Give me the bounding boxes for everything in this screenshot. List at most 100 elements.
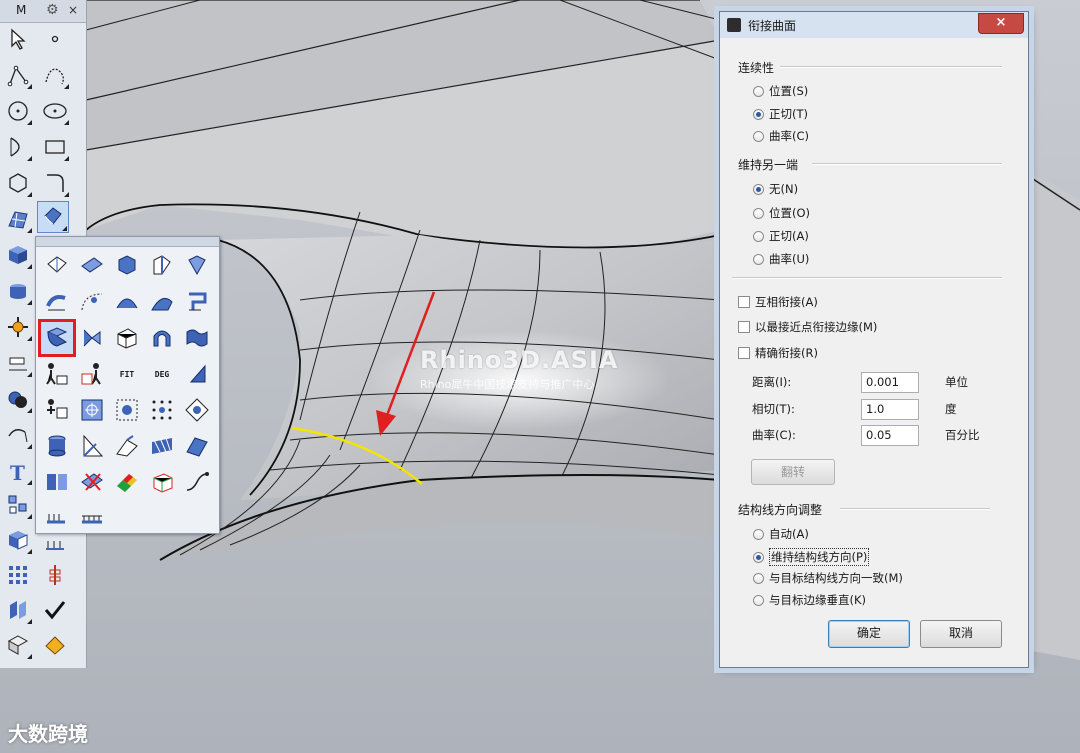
isocurve-maintain-radio[interactable]: 维持结构线方向(P): [753, 548, 870, 566]
divider: [780, 66, 1002, 68]
other-end-tangent-radio[interactable]: 正切(A): [753, 228, 809, 244]
curvature-analysis-icon[interactable]: [145, 429, 179, 463]
cone-surface-icon[interactable]: [75, 429, 109, 463]
maintain-other-end-heading: 维持另一端: [738, 158, 799, 172]
surface-grid-icon[interactable]: [3, 204, 33, 234]
continuity-position-radio[interactable]: 位置(S): [753, 83, 808, 99]
iso-lines-icon[interactable]: [40, 499, 74, 533]
polygon-icon[interactable]: [3, 168, 33, 198]
dotted-square-icon[interactable]: [145, 393, 179, 427]
curve-on-surface-icon[interactable]: [180, 465, 214, 499]
isocurve-perpendicular-radio[interactable]: 与目标边缘垂直(K): [753, 592, 866, 608]
dialog-titlebar[interactable]: 衔接曲面 ×: [720, 12, 1028, 38]
cancel-button[interactable]: 取消: [920, 620, 1002, 648]
diamond-points-icon[interactable]: [180, 393, 214, 427]
option-label: 曲率(U): [769, 252, 810, 266]
wave-surface-icon[interactable]: [180, 321, 214, 355]
point-icon[interactable]: [40, 24, 70, 54]
closest-point-checkbox[interactable]: 以最接近点衔接边缘(M): [738, 319, 877, 335]
render-icon[interactable]: [3, 630, 33, 660]
rectangle-icon[interactable]: [40, 132, 70, 162]
flyout-header[interactable]: [36, 237, 219, 247]
continuity-curvature-radio[interactable]: 曲率(C): [753, 128, 809, 144]
fit-surface-button[interactable]: FIT: [110, 357, 144, 391]
corner-logo: 大数跨境: [8, 722, 88, 746]
refine-match-checkbox[interactable]: 精确衔接(R): [738, 345, 818, 361]
loft-icon[interactable]: [180, 249, 214, 283]
arch-surface-icon[interactable]: [145, 321, 179, 355]
zebra-rainbow-icon[interactable]: [110, 465, 144, 499]
other-end-curvature-radio[interactable]: 曲率(U): [753, 251, 809, 267]
distance-input[interactable]: 0.001: [861, 372, 919, 393]
drape-surface-icon[interactable]: [40, 465, 74, 499]
blend-surface-icon[interactable]: [38, 319, 76, 357]
unroll-icon[interactable]: [110, 429, 144, 463]
ellipse-icon[interactable]: [40, 96, 70, 126]
polyline-icon[interactable]: [3, 60, 33, 90]
radio-indicator: [753, 253, 764, 265]
watermark-subtitle: Rhino犀牛中国技术支持与推广中心: [420, 378, 595, 391]
analyze-icon[interactable]: [40, 630, 70, 660]
drape-icon[interactable]: [75, 357, 109, 391]
select-arrow-icon[interactable]: [3, 24, 33, 54]
rebuild-icon[interactable]: [40, 393, 74, 427]
curve-icon[interactable]: [40, 60, 70, 90]
isocurve-auto-radio[interactable]: 自动(A): [753, 526, 809, 542]
curvature-input[interactable]: 0.05: [861, 425, 919, 446]
point-edit-icon[interactable]: [40, 357, 74, 391]
isocurve-match-target-radio[interactable]: 与目标结构线方向一致(M): [753, 570, 903, 586]
arc-icon[interactable]: [3, 132, 33, 162]
sweep-two-rails-icon[interactable]: [145, 285, 179, 319]
match-surface-icon[interactable]: [75, 321, 109, 355]
box-solid-icon[interactable]: [3, 240, 33, 270]
change-degree-button[interactable]: DEG: [145, 357, 179, 391]
extrude-icon[interactable]: [3, 595, 33, 625]
network-surface-icon[interactable]: [180, 285, 214, 319]
block-icon[interactable]: [3, 525, 33, 555]
text-icon[interactable]: T: [3, 456, 33, 486]
option-label: 与目标边缘垂直(K): [769, 593, 867, 607]
option-label: 以最接近点衔接边缘(M): [755, 320, 878, 334]
boolean-icon[interactable]: [3, 384, 33, 414]
other-end-none-radio[interactable]: 无(N): [753, 181, 798, 197]
tangent-input[interactable]: 1.0: [861, 399, 919, 420]
tangent-label: 相切(T):: [752, 402, 795, 416]
ok-button[interactable]: 确定: [828, 620, 910, 648]
cylinder-icon[interactable]: [3, 276, 33, 306]
extrude-surface-icon[interactable]: [110, 249, 144, 283]
sweep-icon[interactable]: [145, 249, 179, 283]
close-button[interactable]: ×: [978, 13, 1024, 34]
rail-revolve-icon[interactable]: [110, 285, 144, 319]
mutual-blend-checkbox[interactable]: 互相衔接(A): [738, 294, 818, 310]
pipe-icon[interactable]: [40, 560, 70, 590]
blend-surface-group-icon[interactable]: [37, 201, 69, 233]
cylinder-surface-icon[interactable]: [40, 429, 74, 463]
extend-surface-icon[interactable]: [180, 357, 214, 391]
dimension-icon[interactable]: [3, 348, 33, 378]
fillet-curve-icon[interactable]: [40, 168, 70, 198]
option-label: 互相衔接(A): [755, 295, 818, 309]
iso-mesh-icon[interactable]: [75, 499, 109, 533]
split-target-icon[interactable]: [110, 393, 144, 427]
patch-remove-icon[interactable]: [75, 465, 109, 499]
flip-button[interactable]: 翻转: [751, 459, 835, 485]
continuity-tangent-radio[interactable]: 正切(T): [753, 106, 808, 122]
trim-target-icon[interactable]: [75, 393, 109, 427]
edge-curves-surface-icon[interactable]: [40, 249, 74, 283]
circle-icon[interactable]: [3, 96, 33, 126]
check-icon[interactable]: [40, 595, 70, 625]
fillet-surface-icon[interactable]: [110, 321, 144, 355]
group-icon[interactable]: [3, 490, 33, 520]
cap-surface-icon[interactable]: [180, 429, 214, 463]
planar-surface-icon[interactable]: [75, 249, 109, 283]
dot-grid-icon[interactable]: [3, 560, 33, 590]
bounding-box-icon[interactable]: [145, 465, 179, 499]
other-end-position-radio[interactable]: 位置(O): [753, 205, 810, 221]
offset-surface-icon[interactable]: [40, 285, 74, 319]
curve-tools-icon[interactable]: [3, 420, 33, 450]
option-label: 无(N): [769, 182, 799, 196]
gear-icon[interactable]: ⚙: [46, 2, 59, 18]
close-icon[interactable]: ×: [68, 3, 78, 17]
revolve-icon[interactable]: [75, 285, 109, 319]
transform-icon[interactable]: [3, 312, 33, 342]
